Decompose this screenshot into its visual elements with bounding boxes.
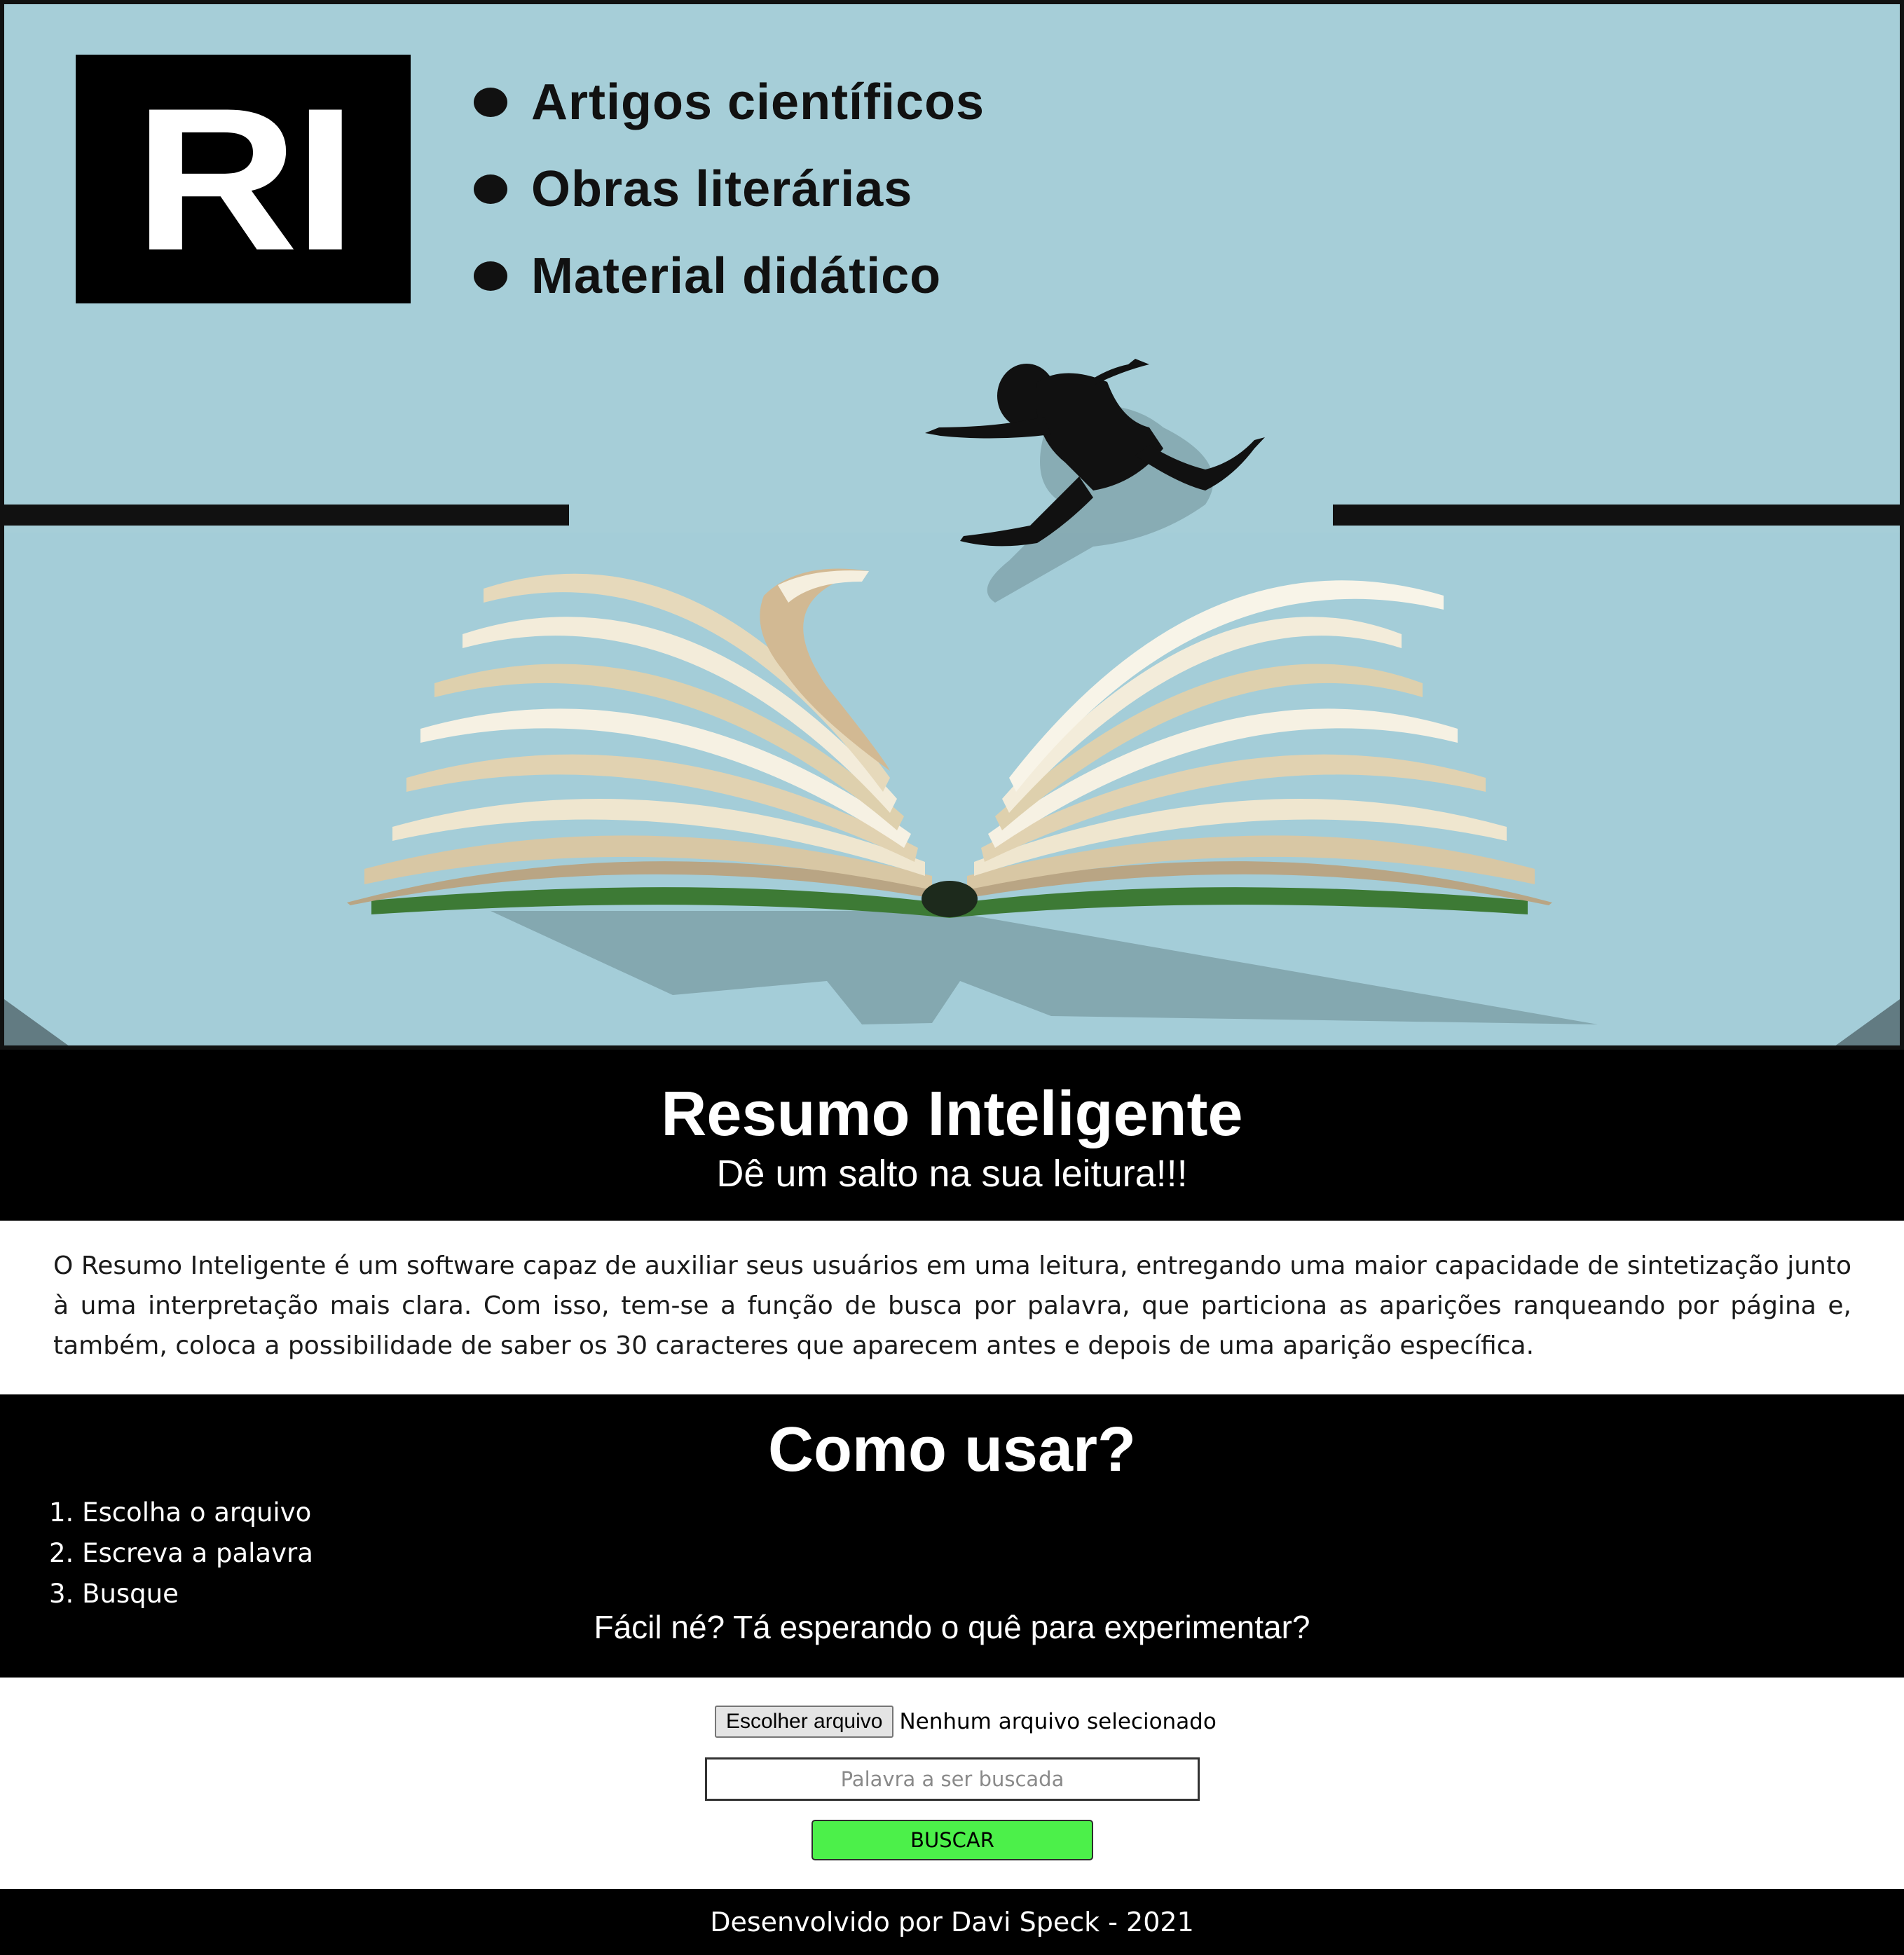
footer-credit: Desenvolvido por Davi Speck - 2021 (710, 1907, 1194, 1937)
feature-list: Artigos científicos Obras literárias Mat… (474, 59, 985, 320)
title-band: Resumo Inteligente Dê um salto na sua le… (0, 1050, 1904, 1221)
step-item: 2. Escreva a palavra (49, 1538, 313, 1568)
footer: Desenvolvido por Davi Speck - 2021 (0, 1889, 1904, 1955)
step-item: 1. Escolha o arquivo (49, 1497, 312, 1528)
left-ledge (4, 505, 569, 526)
file-picker: Escolher arquivo Nenhum arquivo selecion… (715, 1706, 1217, 1738)
feature-item: Material didático (474, 233, 985, 320)
feature-item: Artigos científicos (474, 59, 985, 146)
hero-banner: RI Artigos científicos Obras literárias … (0, 0, 1904, 1050)
file-status-text: Nenhum arquivo selecionado (899, 1709, 1217, 1734)
steps-list: 1. Escolha o arquivo 2. Escreva a palavr… (49, 1493, 313, 1614)
choose-file-button[interactable]: Escolher arquivo (715, 1706, 894, 1738)
right-ledge (1333, 505, 1900, 526)
feature-label: Artigos científicos (531, 74, 985, 130)
feature-label: Material didático (531, 248, 942, 304)
how-to-title: Como usar? (767, 1415, 1137, 1485)
book-spine (922, 881, 978, 917)
bullet-icon (474, 88, 507, 117)
product-description: O Resumo Inteligente é um software capaz… (53, 1251, 1851, 1360)
search-button[interactable]: BUSCAR (811, 1820, 1093, 1860)
bullet-icon (474, 174, 507, 204)
bullet-icon (474, 261, 507, 291)
page-title: Resumo Inteligente (661, 1079, 1243, 1149)
search-word-input[interactable] (705, 1757, 1200, 1801)
call-to-action-text: Fácil né? Tá esperando o quê para experi… (594, 1609, 1310, 1645)
search-form: Escolher arquivo Nenhum arquivo selecion… (0, 1678, 1904, 1889)
logo-text: RI (134, 65, 357, 293)
feature-item: Obras literárias (474, 146, 985, 233)
page-tagline: Dê um salto na sua leitura!!! (716, 1153, 1188, 1195)
how-to-section: Como usar? 1. Escolha o arquivo 2. Escre… (0, 1394, 1904, 1678)
ri-logo: RI (76, 55, 411, 303)
feature-label: Obras literárias (531, 161, 913, 217)
